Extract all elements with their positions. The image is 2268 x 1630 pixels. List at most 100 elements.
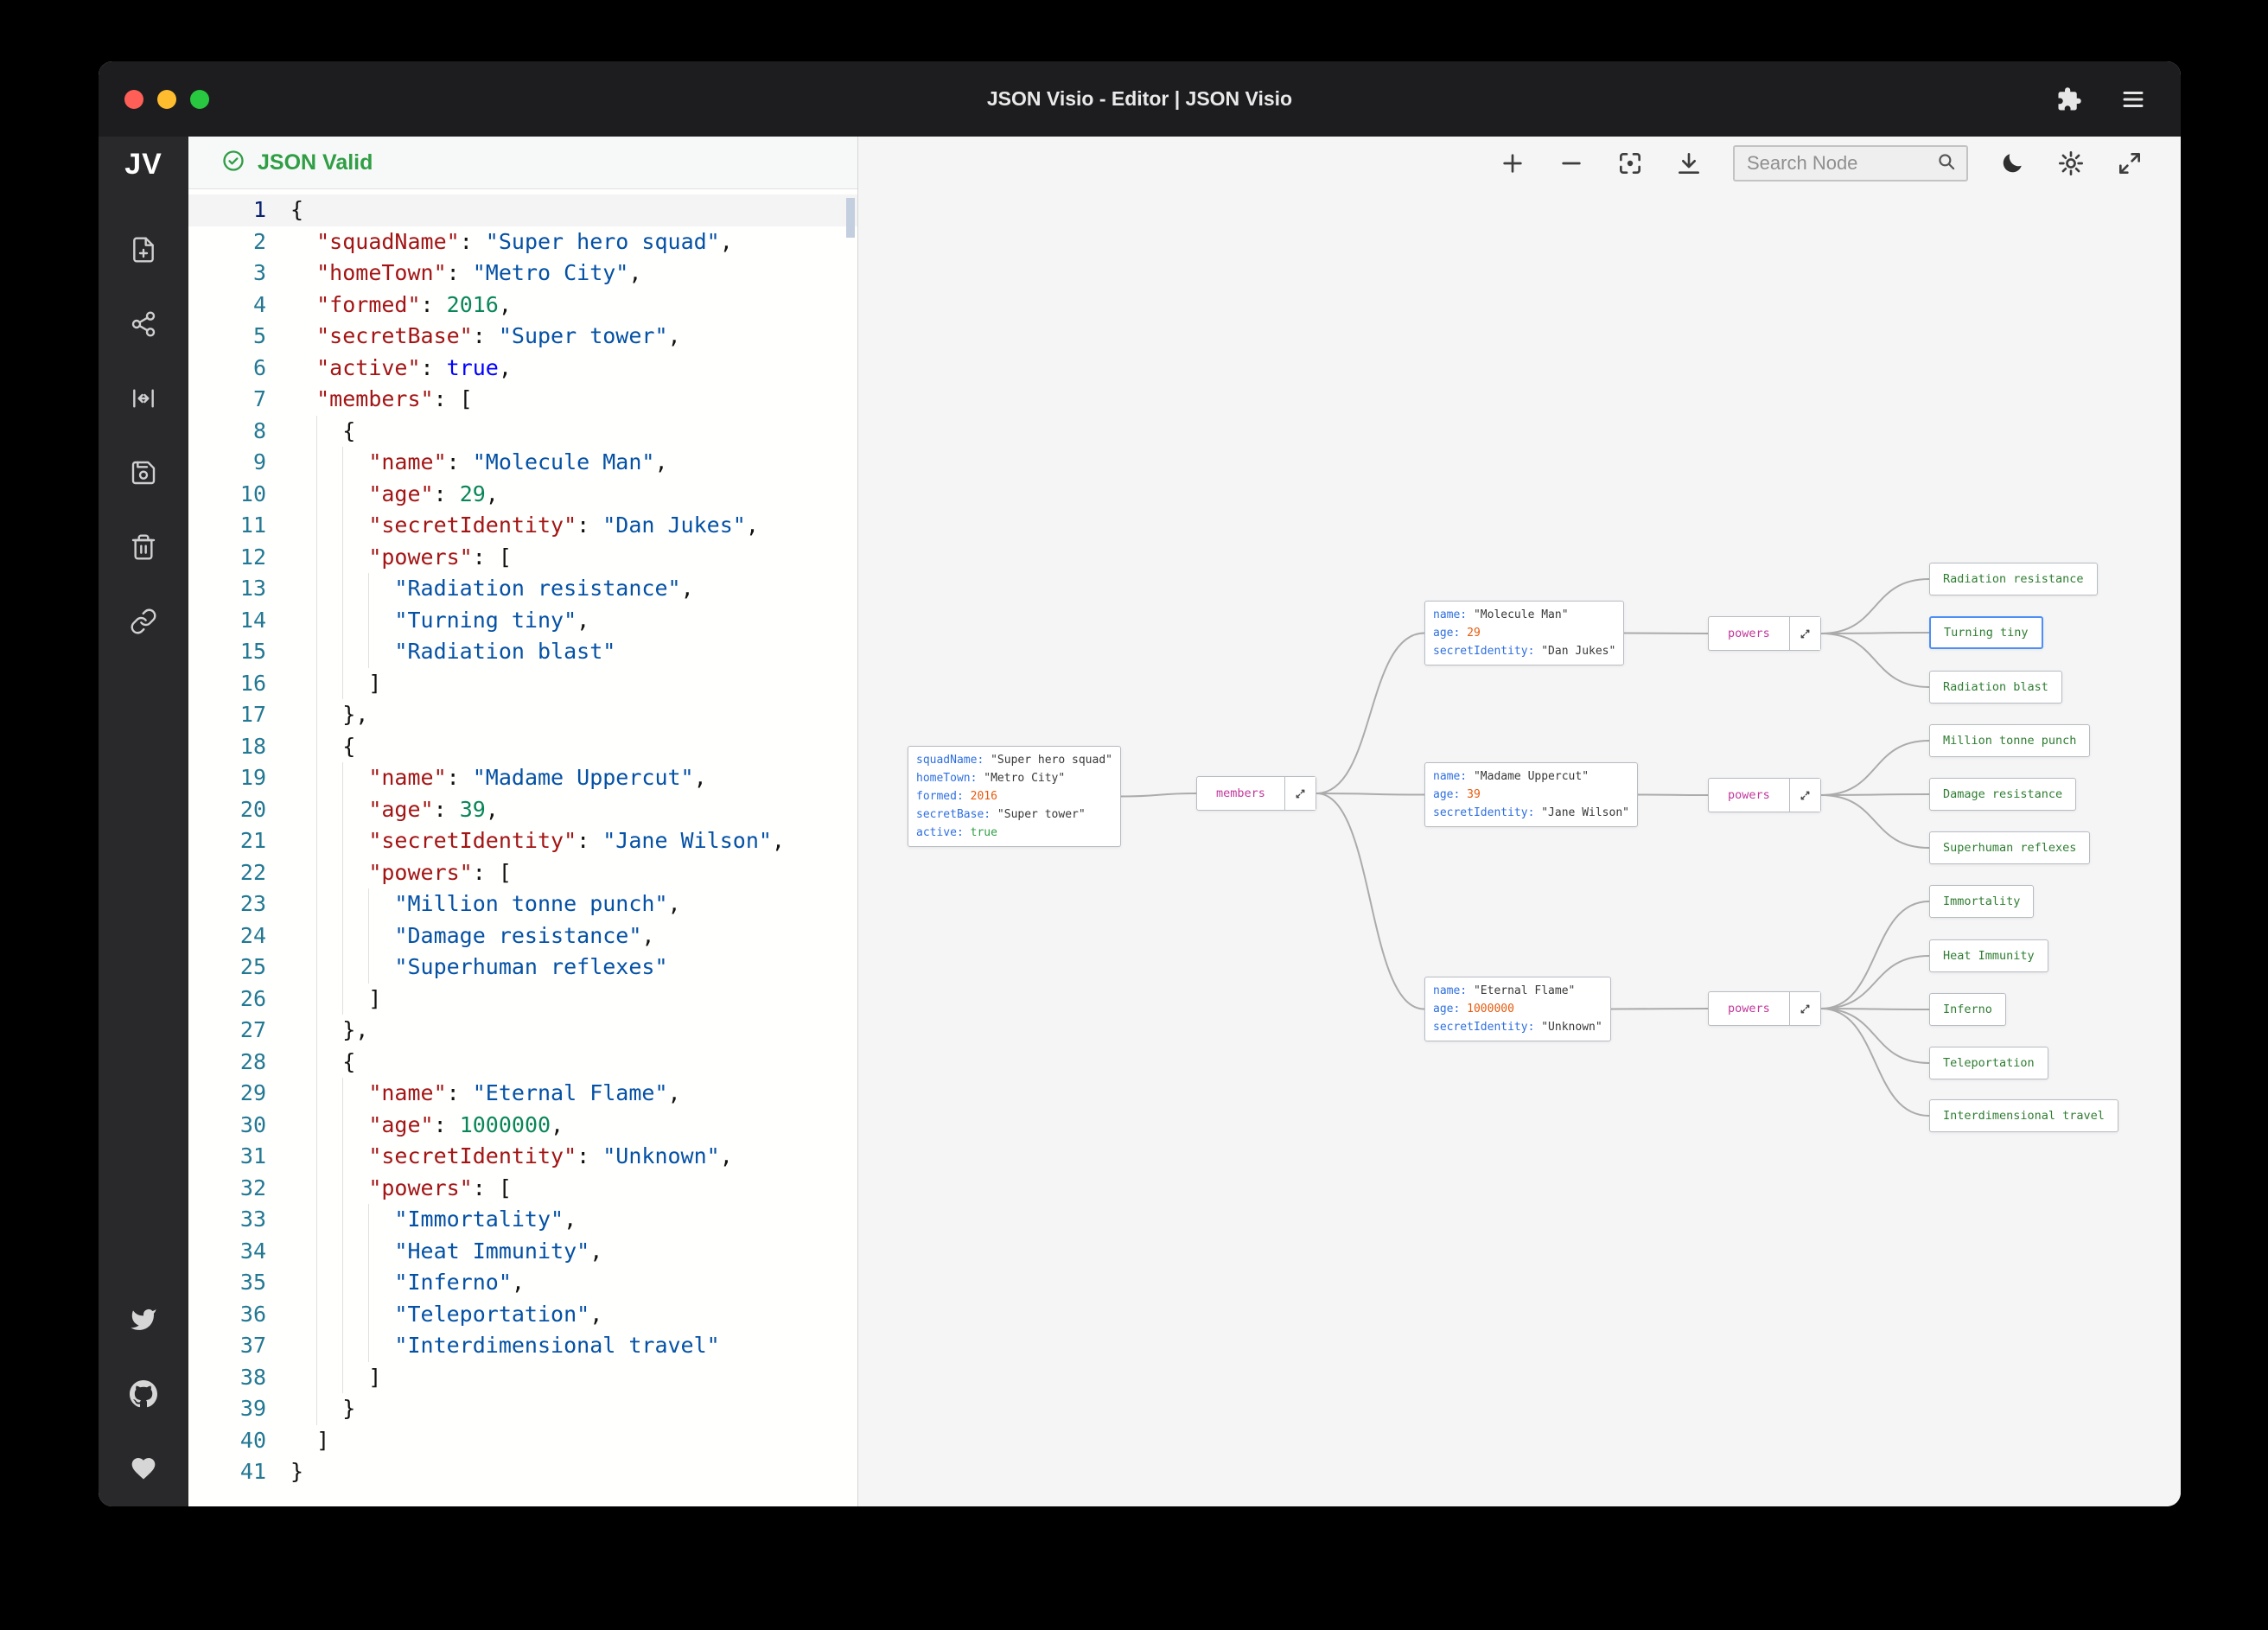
code-line[interactable]: 34 "Heat Immunity", xyxy=(188,1235,857,1267)
code-line[interactable]: 33 "Immortality", xyxy=(188,1204,857,1236)
graph-leaf-node[interactable]: Turning tiny xyxy=(1929,616,2043,649)
zoom-in-icon[interactable] xyxy=(1498,149,1527,178)
graph-leaf-node[interactable]: Million tonne punch xyxy=(1929,724,2091,757)
graph-members-node[interactable]: members xyxy=(1196,776,1316,811)
line-number: 25 xyxy=(239,954,266,979)
indent-guide xyxy=(316,952,318,984)
line-number: 11 xyxy=(239,513,266,538)
line-number: 20 xyxy=(239,796,266,822)
code-line[interactable]: 25 "Superhuman reflexes" xyxy=(188,952,857,984)
search-node-input[interactable] xyxy=(1747,152,1935,175)
graph-powers-node[interactable]: powers xyxy=(1708,778,1821,812)
code-line[interactable]: 40 ] xyxy=(188,1425,857,1457)
code-line[interactable]: 27 }, xyxy=(188,1015,857,1047)
save-icon[interactable] xyxy=(119,449,168,497)
code-line[interactable]: 8 { xyxy=(188,415,857,447)
graph-leaf-node[interactable]: Teleportation xyxy=(1929,1047,2048,1079)
code-line[interactable]: 36 "Teleportation", xyxy=(188,1298,857,1330)
delete-icon[interactable] xyxy=(119,523,168,571)
graph-leaf-node[interactable]: Heat Immunity xyxy=(1929,939,2048,972)
code-line[interactable]: 35 "Inferno", xyxy=(188,1267,857,1299)
maximize-window-button[interactable] xyxy=(190,89,209,109)
code-line[interactable]: 17 }, xyxy=(188,699,857,731)
line-number: 40 xyxy=(239,1427,266,1453)
search-icon[interactable] xyxy=(1935,150,1958,177)
twitter-icon[interactable] xyxy=(119,1296,168,1344)
line-content: "members": [ xyxy=(316,386,473,411)
line-number: 7 xyxy=(252,386,266,411)
graph-object-node[interactable]: name: "Madame Uppercut" age: 39 secretIden… xyxy=(1424,762,1638,827)
fit-width-icon[interactable] xyxy=(119,374,168,423)
collapse-node-button[interactable] xyxy=(1788,779,1820,812)
code-line[interactable]: 10 "age": 29, xyxy=(188,478,857,510)
code-line[interactable]: 26 ] xyxy=(188,983,857,1015)
code-line[interactable]: 19 "name": "Madame Uppercut", xyxy=(188,762,857,794)
code-line[interactable]: 21 "secretIdentity": "Jane Wilson", xyxy=(188,825,857,857)
code-line[interactable]: 9 "name": "Molecule Man", xyxy=(188,447,857,479)
code-line[interactable]: 11 "secretIdentity": "Dan Jukes", xyxy=(188,510,857,542)
dark-mode-icon[interactable] xyxy=(1997,149,2027,178)
github-icon[interactable] xyxy=(119,1370,168,1418)
code-line[interactable]: 30 "age": 1000000, xyxy=(188,1109,857,1141)
graph-leaf-node[interactable]: Interdimensional travel xyxy=(1929,1099,2118,1132)
code-line[interactable]: 24 "Damage resistance", xyxy=(188,920,857,952)
center-focus-icon[interactable] xyxy=(1615,149,1645,178)
download-icon[interactable] xyxy=(1674,149,1704,178)
code-editor[interactable]: 1{2 "squadName": "Super hero squad", 3 "h… xyxy=(188,189,857,1506)
code-line[interactable]: 39 } xyxy=(188,1393,857,1425)
menu-icon[interactable] xyxy=(2120,86,2146,112)
code-line[interactable]: 6 "active": true, xyxy=(188,353,857,385)
code-line[interactable]: 32 "powers": [ xyxy=(188,1172,857,1204)
fullscreen-icon[interactable] xyxy=(2115,149,2144,178)
heart-icon[interactable] xyxy=(119,1444,168,1493)
collapse-node-button[interactable] xyxy=(1788,992,1820,1025)
collapse-node-button[interactable] xyxy=(1788,617,1820,650)
share-graph-icon[interactable] xyxy=(119,300,168,348)
graph-leaf-node[interactable]: Immortality xyxy=(1929,885,2035,918)
graph-object-node[interactable]: name: "Molecule Man" age: 29 secretIdentit… xyxy=(1424,601,1625,665)
graph-leaf-node[interactable]: Radiation blast xyxy=(1929,671,2062,704)
code-line[interactable]: 4 "formed": 2016, xyxy=(188,290,857,322)
code-line[interactable]: 5 "secretBase": "Super tower", xyxy=(188,321,857,353)
graph-object-node[interactable]: name: "Eternal Flame" age: 1000000 secretI… xyxy=(1424,977,1611,1041)
zoom-out-icon[interactable] xyxy=(1557,149,1586,178)
code-line[interactable]: 31 "secretIdentity": "Unknown", xyxy=(188,1141,857,1173)
collapse-node-button[interactable] xyxy=(1284,777,1316,810)
code-line[interactable]: 29 "name": "Eternal Flame", xyxy=(188,1078,857,1110)
code-line[interactable]: 18 { xyxy=(188,730,857,762)
code-line[interactable]: 2 "squadName": "Super hero squad", xyxy=(188,226,857,258)
minimize-window-button[interactable] xyxy=(157,89,176,109)
extension-icon[interactable] xyxy=(2056,86,2082,112)
code-line[interactable]: 20 "age": 39, xyxy=(188,793,857,825)
graph-leaf-node[interactable]: Superhuman reflexes xyxy=(1929,831,2091,864)
graph-powers-node[interactable]: powers xyxy=(1708,991,1821,1026)
new-document-icon[interactable] xyxy=(119,226,168,274)
code-line[interactable]: 13 "Radiation resistance", xyxy=(188,573,857,605)
code-line[interactable]: 16 ] xyxy=(188,667,857,699)
code-line[interactable]: 14 "Turning tiny", xyxy=(188,604,857,636)
graph-powers-node[interactable]: powers xyxy=(1708,616,1821,651)
graph-object-node[interactable]: squadName: "Super hero squad" homeTown: "… xyxy=(908,746,1121,847)
code-line[interactable]: 1{ xyxy=(188,194,857,226)
code-line[interactable]: 37 "Interdimensional travel" xyxy=(188,1330,857,1362)
settings-gear-icon[interactable] xyxy=(2056,149,2086,178)
line-number: 8 xyxy=(252,417,266,443)
graph-canvas[interactable]: squadName: "Super hero squad" homeTown: "… xyxy=(858,137,2181,1506)
code-line[interactable]: 41} xyxy=(188,1456,857,1488)
code-line[interactable]: 28 { xyxy=(188,1046,857,1078)
code-line[interactable]: 15 "Radiation blast" xyxy=(188,636,857,668)
editor-scrollbar-thumb[interactable] xyxy=(846,198,855,238)
code-line[interactable]: 38 ] xyxy=(188,1361,857,1393)
graph-leaf-node[interactable]: Inferno xyxy=(1929,993,2006,1026)
line-content: "name": "Eternal Flame", xyxy=(290,1078,681,1110)
graph-leaf-node[interactable]: Radiation resistance xyxy=(1929,563,2098,595)
code-line[interactable]: 23 "Million tonne punch", xyxy=(188,888,857,920)
code-line[interactable]: 12 "powers": [ xyxy=(188,541,857,573)
link-icon[interactable] xyxy=(119,597,168,646)
code-line[interactable]: 7 "members": [ xyxy=(188,384,857,416)
code-line[interactable]: 22 "powers": [ xyxy=(188,856,857,888)
graph-leaf-node[interactable]: Damage resistance xyxy=(1929,778,2077,811)
code-line[interactable]: 3 "homeTown": "Metro City", xyxy=(188,258,857,290)
node-label: powers xyxy=(1728,788,1770,802)
close-window-button[interactable] xyxy=(124,89,143,109)
